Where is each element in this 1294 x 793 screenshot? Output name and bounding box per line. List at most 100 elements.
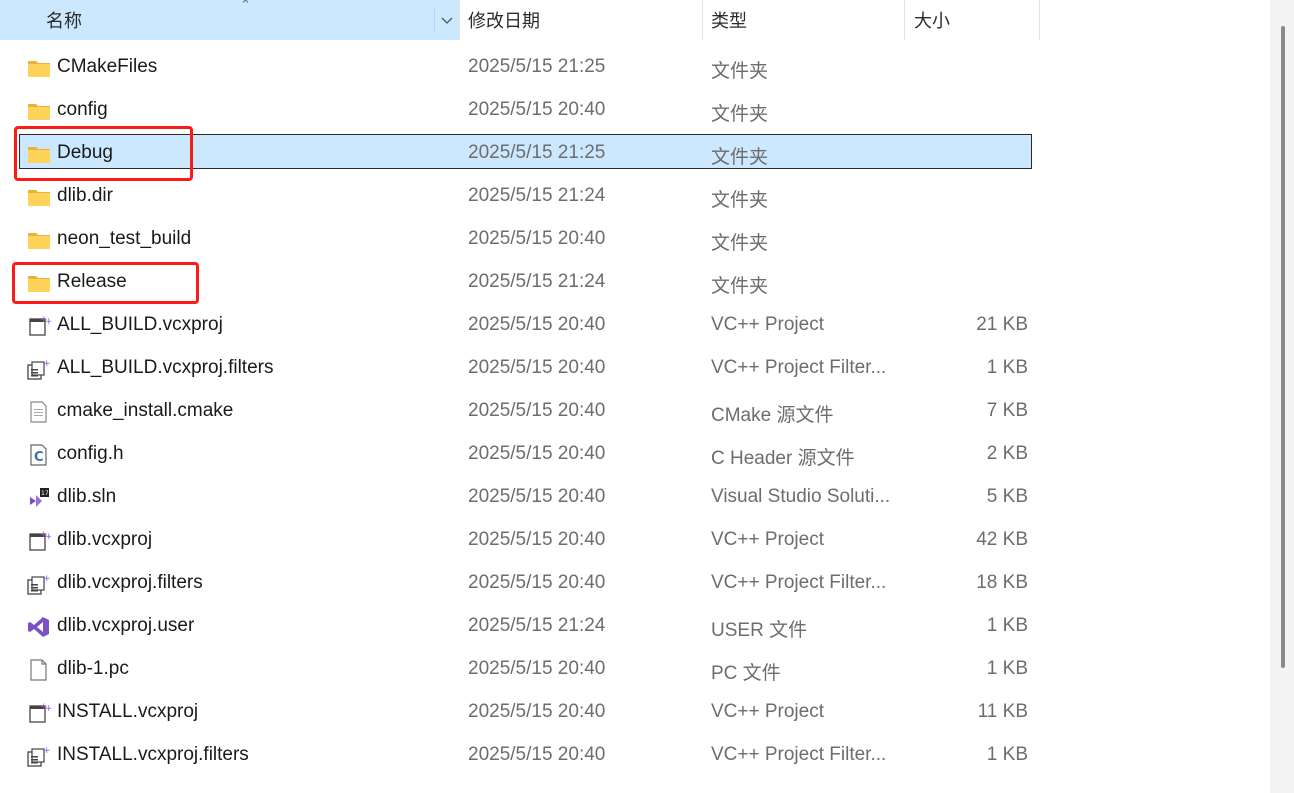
text-file-icon (27, 401, 51, 423)
column-name-label: 名称 (46, 11, 82, 31)
file-name: INSTALL.vcxproj (57, 701, 199, 722)
blank-file-icon (27, 659, 51, 681)
vcxproj-icon: + + (27, 315, 53, 337)
column-name-header[interactable]: 名称 ⌃ (0, 0, 459, 40)
file-date: 2025/5/15 21:25 (468, 142, 606, 163)
scrollbar-thumb[interactable] (1281, 26, 1285, 668)
file-name: dlib.vcxproj (57, 529, 153, 550)
file-date: 2025/5/15 20:40 (468, 314, 606, 335)
column-type-label: 类型 (711, 11, 747, 31)
svg-text:C: C (34, 450, 44, 465)
file-size: 18 KB (976, 572, 1028, 593)
column-date-label: 修改日期 (468, 11, 540, 31)
file-row[interactable]: ++ ALL_BUILD.vcxproj.filters 2025/5/15 20:… (0, 348, 1040, 391)
file-name: cmake_install.cmake (57, 400, 234, 421)
file-row[interactable]: CMakeFiles 2025/5/15 21:25 文件夹 (0, 47, 1040, 90)
debug-highlight-box (14, 126, 193, 181)
file-type: CMake 源文件 (711, 405, 834, 426)
file-size: 1 KB (986, 744, 1028, 765)
column-date-header[interactable]: 修改日期 (459, 0, 702, 40)
file-size: 1 KB (986, 658, 1028, 679)
file-row[interactable]: 17 dlib.sln 2025/5/15 20:40 Visual Studio S… (0, 477, 1040, 520)
file-row[interactable]: cmake_install.cmake 2025/5/15 20:40 CMake … (0, 391, 1040, 434)
file-name: dlib.dir (57, 185, 113, 206)
file-row[interactable]: + + ALL_BUILD.vcxproj 2025/5/15 20:40 VC++ P… (0, 305, 1040, 348)
file-row[interactable]: neon_test_build 2025/5/15 20:40 文件夹 (0, 219, 1040, 262)
file-type: 文件夹 (711, 61, 769, 82)
file-type: 文件夹 (711, 276, 769, 297)
svg-text:+: + (40, 315, 48, 325)
svg-text:++: ++ (43, 359, 51, 369)
sln-icon: 17 (27, 487, 51, 509)
vcxproj-icon: + + (27, 530, 53, 552)
file-date: 2025/5/15 20:40 (468, 701, 606, 722)
file-size: 5 KB (986, 486, 1028, 507)
svg-text:++: ++ (43, 746, 51, 756)
file-size: 1 KB (986, 357, 1028, 378)
file-date: 2025/5/15 20:40 (468, 486, 606, 507)
file-date: 2025/5/15 21:24 (468, 271, 606, 292)
svg-text:+: + (40, 530, 48, 540)
c-header-icon: C (27, 444, 51, 466)
file-date: 2025/5/15 20:40 (468, 572, 606, 593)
file-row[interactable]: dlib.vcxproj.user 2025/5/15 21:24 USER 文件 1… (0, 606, 1040, 649)
column-header: 名称 ⌃ 修改日期 类型 大小 (0, 0, 1040, 40)
file-date: 2025/5/15 20:40 (468, 99, 606, 120)
file-type: Visual Studio Soluti... (711, 486, 891, 507)
file-name: CMakeFiles (57, 56, 158, 77)
file-name: dlib.vcxproj.filters (57, 572, 203, 593)
column-size-header[interactable]: 大小 (904, 0, 1040, 40)
file-type: VC++ Project (711, 314, 824, 335)
file-date: 2025/5/15 21:25 (468, 56, 606, 77)
file-row[interactable]: + + INSTALL.vcxproj 2025/5/15 20:40 VC++ Pro… (0, 692, 1040, 735)
file-size: 1 KB (986, 615, 1028, 636)
sort-ascending-icon: ⌃ (240, 0, 251, 12)
file-size: 2 KB (986, 443, 1028, 464)
file-date: 2025/5/15 20:40 (468, 400, 606, 421)
column-size-label: 大小 (914, 11, 950, 31)
file-name: neon_test_build (57, 228, 192, 249)
file-row[interactable]: dlib-1.pc 2025/5/15 20:40 PC 文件 1 KB (0, 649, 1040, 692)
file-type: VC++ Project (711, 701, 824, 722)
file-date: 2025/5/15 20:40 (468, 228, 606, 249)
file-name: config (57, 99, 108, 120)
file-name: dlib.vcxproj.user (57, 615, 195, 636)
file-row[interactable]: ++ INSTALL.vcxproj.filters 2025/5/15 20:40… (0, 735, 1040, 778)
file-date: 2025/5/15 20:40 (468, 658, 606, 679)
column-type-header[interactable]: 类型 (702, 0, 904, 40)
folder-icon (27, 100, 51, 122)
file-row[interactable]: Cconfig.h 2025/5/15 20:40 C Header 源文件 2 KB (0, 434, 1040, 477)
chevron-down-icon[interactable] (434, 9, 459, 33)
svg-text:+: + (40, 702, 48, 712)
file-type: 文件夹 (711, 147, 769, 168)
file-row[interactable]: dlib.dir 2025/5/15 21:24 文件夹 (0, 176, 1040, 219)
file-type: VC++ Project Filter... (711, 572, 887, 593)
svg-text:++: ++ (43, 574, 51, 584)
file-size: 21 KB (976, 314, 1028, 335)
file-name: ALL_BUILD.vcxproj.filters (57, 357, 274, 378)
file-row[interactable]: + + dlib.vcxproj 2025/5/15 20:40 VC++ Projec… (0, 520, 1040, 563)
file-type: 文件夹 (711, 233, 769, 254)
filters-icon: ++ (27, 358, 58, 380)
column-divider[interactable] (1039, 0, 1040, 40)
file-name: INSTALL.vcxproj.filters (57, 744, 249, 765)
vcxproj-icon: + + (27, 702, 53, 724)
file-type: 文件夹 (711, 104, 769, 125)
folder-icon (27, 186, 51, 208)
file-name: dlib.sln (57, 486, 117, 507)
release-highlight-box (12, 262, 199, 304)
file-size: 11 KB (977, 701, 1028, 722)
file-date: 2025/5/15 20:40 (468, 744, 606, 765)
filters-icon: ++ (27, 745, 58, 767)
file-type: C Header 源文件 (711, 448, 855, 469)
file-row[interactable]: ++ dlib.vcxproj.filters 2025/5/15 20:40 VC+… (0, 563, 1040, 606)
folder-icon (27, 229, 51, 251)
file-size: 42 KB (976, 529, 1028, 550)
file-name: dlib-1.pc (57, 658, 129, 679)
file-type: VC++ Project (711, 529, 824, 550)
file-type: 文件夹 (711, 190, 769, 211)
file-name: ALL_BUILD.vcxproj (57, 314, 223, 335)
file-date: 2025/5/15 21:24 (468, 615, 606, 636)
file-type: PC 文件 (711, 663, 781, 684)
folder-icon (27, 57, 51, 79)
